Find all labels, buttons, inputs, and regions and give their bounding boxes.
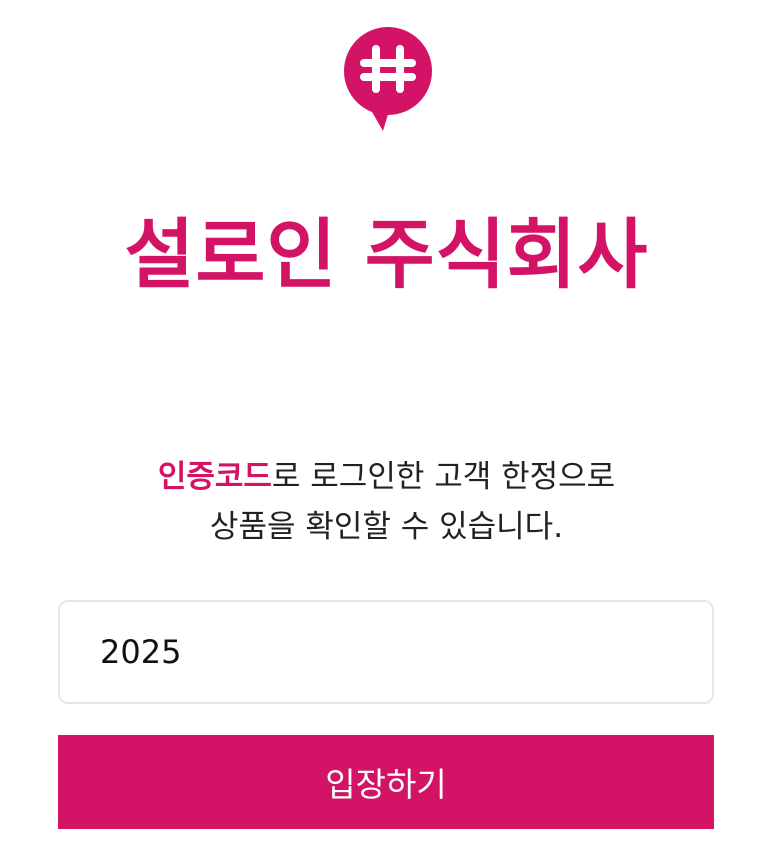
notice-line-1-text: 로 로그인한 고객 한정으로: [271, 459, 616, 495]
brand-title: 설로인 주식회사: [124, 210, 649, 299]
hash-speech-bubble-icon: [344, 27, 432, 131]
notice-line-2: 상품을 확인할 수 있습니다.: [209, 509, 564, 545]
auth-code-input[interactable]: [58, 600, 714, 704]
login-notice: 인증코드로 로그인한 고객 한정으로 상품을 확인할 수 있습니다.: [0, 452, 773, 552]
enter-button[interactable]: 입장하기: [58, 735, 714, 829]
notice-line-1: 인증코드로 로그인한 고객 한정으로: [0, 452, 773, 502]
notice-highlight: 인증코드: [157, 459, 272, 495]
